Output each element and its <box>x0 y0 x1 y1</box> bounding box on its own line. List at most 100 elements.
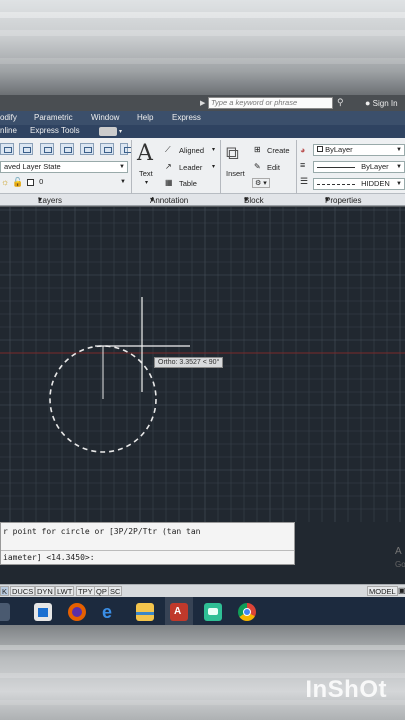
ribbon-minimize-toggle[interactable] <box>99 127 117 136</box>
blurred-bottom-background <box>0 625 405 720</box>
block-attribute-dropdown[interactable]: ⚙ ▾ <box>252 178 270 188</box>
layer-color-swatch <box>27 178 34 186</box>
linetype-value: HIDDEN <box>361 179 390 188</box>
insert-block-icon[interactable]: ⧉ <box>226 143 239 164</box>
layer-tool-icon-5[interactable] <box>80 143 94 155</box>
autocad-icon[interactable]: A <box>170 603 188 621</box>
firefox-globe <box>72 607 82 617</box>
layer-tool-icon-3[interactable] <box>40 143 54 155</box>
sun-icon[interactable]: ☼ <box>1 177 9 187</box>
create-block-icon[interactable]: ⊞ <box>254 145 261 154</box>
android-app-glyph <box>208 608 218 615</box>
status-toggle-lwt[interactable]: LWT <box>55 586 75 596</box>
user-icon: ● <box>365 98 371 108</box>
layer-tool-icon-6[interactable] <box>100 143 114 155</box>
color-select[interactable]: ByLayer ▼ <box>313 144 405 156</box>
layer-tool-icon-4[interactable] <box>60 143 74 155</box>
chevron-down-icon[interactable]: ▾ <box>212 146 215 153</box>
activate-watermark-text: Go <box>395 560 405 569</box>
current-layer-select[interactable]: 0 ▼ <box>24 177 128 189</box>
command-window[interactable]: r point for circle or [3P/2P/Ttr (tan ta… <box>0 522 295 565</box>
chevron-down-icon: ▼ <box>120 179 126 185</box>
edit-block-icon[interactable]: ✎ <box>254 162 261 171</box>
current-layer-value: 0 <box>39 177 44 186</box>
command-input-line[interactable]: iameter] <14.3450>: <box>3 553 95 562</box>
status-bar: K DUCS DYN LWT TPY QP SC MODEL ▣ <box>0 584 405 597</box>
title-search-strip: ▶ Type a keyword or phrase ⚲ ● Sign In <box>0 95 405 111</box>
create-block-button[interactable]: Create <box>267 146 290 155</box>
match-properties-icon[interactable]: ◕ <box>300 145 305 155</box>
command-area: r point for circle or [3P/2P/Ttr (tan ta… <box>0 522 405 584</box>
menu-modify[interactable]: odify <box>0 113 17 122</box>
layout-icon[interactable]: ▣ <box>398 586 405 595</box>
firefox-icon[interactable] <box>68 603 86 621</box>
command-history-line: r point for circle or [3P/2P/Ttr (tan ta… <box>3 527 201 536</box>
tab-express-tools[interactable]: Express Tools <box>30 126 80 135</box>
chevron-down-icon[interactable]: ▾ <box>145 179 148 186</box>
search-input[interactable]: Type a keyword or phrase <box>208 97 333 109</box>
status-toggle-ducs[interactable]: DUCS <box>10 586 36 596</box>
linetype-icon: ☰ <box>300 176 309 186</box>
status-toggle-snap[interactable]: K <box>0 586 10 596</box>
layer-tool-icon-2[interactable] <box>19 143 33 155</box>
color-value: ByLayer <box>325 145 353 154</box>
search-expand-icon[interactable]: ▶ <box>200 99 205 107</box>
menu-parametric[interactable]: Parametric <box>34 113 73 122</box>
sign-in-button[interactable]: ● Sign In <box>365 98 398 108</box>
edit-block-button[interactable]: Edit <box>267 163 280 172</box>
lineweight-select[interactable]: ByLayer ▼ <box>313 161 405 173</box>
aligned-dimension-button[interactable]: Aligned <box>179 146 204 155</box>
chevron-down-icon: ▼ <box>396 164 402 170</box>
annotation-panel-label: Annotation <box>150 196 189 205</box>
android-app-icon[interactable] <box>204 603 222 621</box>
layer-tool-icon-1[interactable] <box>0 143 14 155</box>
inshot-watermark: InShOt <box>305 676 387 703</box>
status-toggle-tpy[interactable]: TPY <box>76 586 95 596</box>
chrome-icon[interactable] <box>238 603 256 621</box>
aligned-dimension-icon[interactable]: ⟋ <box>165 145 171 155</box>
menu-express[interactable]: Express <box>172 113 201 122</box>
table-icon[interactable]: ▦ <box>165 178 173 187</box>
lock-icon[interactable]: 🔓 <box>12 177 23 188</box>
drawing-canvas[interactable]: Ortho: 3.3527 < 90° <box>0 207 405 522</box>
block-panel-title[interactable]: Block ▾ <box>244 195 264 205</box>
status-toggle-dyn[interactable]: DYN <box>35 586 55 596</box>
linetype-preview <box>317 183 355 185</box>
linetype-select[interactable]: HIDDEN ▼ <box>313 178 405 190</box>
ribbon-tab-bar: nline Express Tools ▾ <box>0 125 405 138</box>
layers-panel-title[interactable]: Layers ▾ <box>38 195 62 205</box>
annotation-panel-title[interactable]: Annotation ▾ <box>150 195 188 205</box>
model-space-button[interactable]: MODEL <box>367 586 398 596</box>
layer-tool-icon-7[interactable] <box>120 143 132 155</box>
chevron-down-icon[interactable]: ▾ <box>212 163 215 170</box>
store-bag <box>38 608 48 617</box>
table-button[interactable]: Table <box>179 179 197 188</box>
ribbon-options-icon[interactable]: ▾ <box>119 128 122 135</box>
text-tool-label[interactable]: Text <box>139 169 153 178</box>
chevron-down-icon: ▼ <box>396 181 402 187</box>
binoculars-icon[interactable]: ⚲ <box>337 97 344 108</box>
store-icon[interactable] <box>34 603 52 621</box>
windows-taskbar: e A <box>0 597 405 627</box>
status-toggle-qp[interactable]: QP <box>94 586 109 596</box>
text-tool-icon[interactable]: A <box>137 141 153 166</box>
activate-watermark-letter: A <box>395 546 402 557</box>
leader-button[interactable]: Leader <box>179 163 202 172</box>
status-toggle-sc[interactable]: SC <box>108 586 123 596</box>
leader-icon[interactable]: ↗ <box>165 162 172 171</box>
tab-online[interactable]: nline <box>0 126 17 135</box>
menu-help[interactable]: Help <box>137 113 153 122</box>
file-explorer-icon[interactable] <box>136 603 154 621</box>
insert-button[interactable]: Insert <box>226 169 245 178</box>
layer-state-select[interactable]: aved Layer State ▼ <box>0 161 128 173</box>
chevron-down-icon: ▼ <box>119 164 125 170</box>
taskbar-partial-icon[interactable] <box>0 603 10 621</box>
command-divider <box>1 550 294 551</box>
chevron-down-icon: ▼ <box>396 147 402 153</box>
ortho-tooltip: Ortho: 3.3527 < 90° <box>154 357 224 368</box>
color-swatch <box>317 146 323 152</box>
properties-panel-title[interactable]: Properties ▾ <box>325 195 361 205</box>
sign-in-label: Sign In <box>372 99 398 108</box>
edge-icon[interactable]: e <box>102 603 120 621</box>
menu-window[interactable]: Window <box>91 113 119 122</box>
